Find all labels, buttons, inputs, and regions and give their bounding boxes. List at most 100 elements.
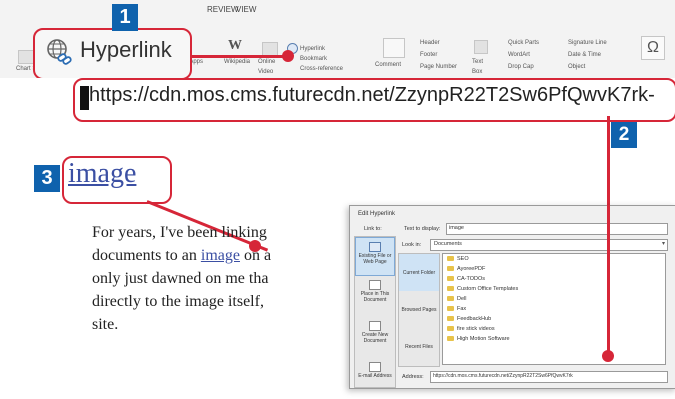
ribbon-quick-parts[interactable]: Quick Parts <box>508 38 539 48</box>
ribbon-cross-reference[interactable]: Cross-reference <box>300 64 343 74</box>
doc-line-2-start: documents to an <box>92 247 197 264</box>
folder-item-label: High Motion Software <box>457 336 510 342</box>
doc-line-4: directly to the image itself, <box>92 293 264 310</box>
tab-view[interactable]: VIEW <box>236 5 256 14</box>
ribbon-hyperlink-small[interactable]: Hyperlink <box>300 44 325 54</box>
existing-file-icon <box>369 242 381 252</box>
doc-line-5: site. <box>92 316 119 333</box>
folder-item-label: fire stick videos <box>457 326 495 332</box>
folder-icon <box>447 256 454 262</box>
doc-line-1: For years, I've been linking <box>92 224 267 241</box>
nav-existing-file-label: Existing File or Web Page <box>358 253 392 265</box>
online-video-button[interactable]: Online Video <box>258 57 280 77</box>
folder-item[interactable]: FeedbackHub <box>447 314 665 324</box>
doc-line-2: documents to an image on a <box>92 244 271 267</box>
text-to-display-input[interactable]: image <box>446 223 668 235</box>
folder-item[interactable]: High Motion Software <box>447 334 665 344</box>
folder-icon <box>447 276 454 282</box>
pasted-url-text[interactable]: https://cdn.mos.cms.futurecdn.net/ZzynpR… <box>89 84 671 107</box>
folder-item[interactable]: Dell <box>447 294 665 304</box>
symbol-icon[interactable]: Ω <box>641 36 665 60</box>
look-in-subnav: Current Folder Browsed Pages Recent File… <box>398 253 440 367</box>
nav-place-in-document-label: Place in This Document <box>360 291 390 303</box>
folder-item[interactable]: AyoreePDF <box>447 264 665 274</box>
folder-item-label: CA-TODOs <box>457 276 486 282</box>
connector-dot-2-overlay <box>602 350 614 362</box>
text-to-display-value: image <box>449 225 464 231</box>
chevron-down-icon: ▾ <box>661 241 665 247</box>
folder-item[interactable]: Fax <box>447 304 665 314</box>
folder-item[interactable]: CA-TODOs <box>447 274 665 284</box>
folder-icon <box>447 306 454 312</box>
look-in-value: Documents <box>434 241 462 247</box>
nav-create-new-document[interactable]: Create New Document <box>355 321 395 358</box>
ribbon-bookmark[interactable]: Bookmark <box>300 54 327 64</box>
folder-icon <box>447 286 454 292</box>
folder-item-label: FeedbackHub <box>457 316 492 322</box>
folder-item-label: Custom Office Templates <box>457 286 519 292</box>
ribbon-page-number[interactable]: Page Number <box>420 62 457 72</box>
doc-inline-image-link[interactable]: image <box>201 247 240 264</box>
globe-link-icon[interactable] <box>46 38 74 66</box>
tab-review[interactable]: REVIEW <box>207 5 239 14</box>
folder-item[interactable]: Custom Office Templates <box>447 284 665 294</box>
step-badge-1: 1 <box>112 4 138 31</box>
dialog-title: Edit Hyperlink <box>358 211 396 217</box>
comment-icon[interactable] <box>383 38 405 58</box>
wikipedia-icon[interactable]: W <box>228 38 242 54</box>
folder-icon <box>447 326 454 332</box>
nav-place-in-document[interactable]: Place in This Document <box>355 280 395 317</box>
look-in-select[interactable]: Documents ▾ <box>430 239 668 251</box>
text-box-icon[interactable] <box>474 40 488 54</box>
nav-existing-file[interactable]: Existing File or Web Page <box>355 237 395 276</box>
nav-create-new-document-label: Create New Document <box>361 332 389 344</box>
ribbon-object[interactable]: Object <box>568 62 585 72</box>
folder-item[interactable]: fire stick videos <box>447 324 665 334</box>
step-badge-3: 3 <box>34 165 60 192</box>
connector-line-1 <box>190 55 287 58</box>
ribbon-date-time[interactable]: Date & Time <box>568 50 601 60</box>
ribbon-comment[interactable]: Comment <box>375 60 401 70</box>
email-icon <box>369 362 381 372</box>
subnav-browsed-pages[interactable]: Browsed Pages <box>399 291 439 328</box>
address-label: Address: <box>402 374 424 380</box>
folder-icon <box>447 296 454 302</box>
ribbon-drop-cap[interactable]: Drop Cap <box>508 62 534 72</box>
folder-item-label: AyoreePDF <box>457 266 486 272</box>
edit-hyperlink-dialog: Edit Hyperlink Link to: Text to display:… <box>349 205 675 389</box>
folder-item-label: Dell <box>457 296 467 302</box>
online-video-icon[interactable] <box>262 42 278 56</box>
subnav-recent-files[interactable]: Recent Files <box>399 328 439 365</box>
connector-dot-1 <box>282 50 294 62</box>
folder-list: SEO AyoreePDF CA-TODOs Custom Office Tem… <box>442 253 666 365</box>
ribbon-signature-line[interactable]: Signature Line <box>568 38 607 48</box>
address-input[interactable]: https://cdn.mos.cms.futurecdn.net/ZzynpR… <box>430 371 668 383</box>
subnav-current-folder[interactable]: Current Folder <box>399 254 439 291</box>
wikipedia-button[interactable]: Wikipedia <box>224 57 250 67</box>
doc-line-3: only just dawned on me tha <box>92 270 269 287</box>
ribbon-text-box[interactable]: Text Box <box>472 57 494 77</box>
nav-email-address-label: E-mail Address <box>358 373 392 379</box>
step-badge-2: 2 <box>611 122 637 148</box>
link-to-nav: Existing File or Web Page Place in This … <box>354 236 396 388</box>
doc-line-2-tail: on a <box>239 247 272 264</box>
address-value: https://cdn.mos.cms.futurecdn.net/ZzynpR… <box>433 373 573 379</box>
text-to-display-label: Text to display: <box>404 226 441 232</box>
folder-icon <box>447 336 454 342</box>
folder-item-label: SEO <box>457 256 469 262</box>
ribbon-footer[interactable]: Footer <box>420 50 437 60</box>
folder-icon <box>447 316 454 322</box>
place-in-document-icon <box>369 280 381 290</box>
image-hyperlink[interactable]: image <box>68 158 136 190</box>
text-cursor <box>80 86 89 110</box>
ribbon-wordart[interactable]: WordArt <box>508 50 530 60</box>
connector-line-2-overlay <box>607 205 610 353</box>
new-document-icon <box>369 321 381 331</box>
hyperlink-command-label[interactable]: Hyperlink <box>80 37 172 63</box>
ribbon-header[interactable]: Header <box>420 38 440 48</box>
nav-email-address[interactable]: E-mail Address <box>355 362 395 399</box>
folder-icon <box>447 266 454 272</box>
link-to-label: Link to: <box>364 226 382 232</box>
look-in-label: Look in: <box>402 242 422 248</box>
folder-item[interactable]: SEO <box>447 254 665 264</box>
